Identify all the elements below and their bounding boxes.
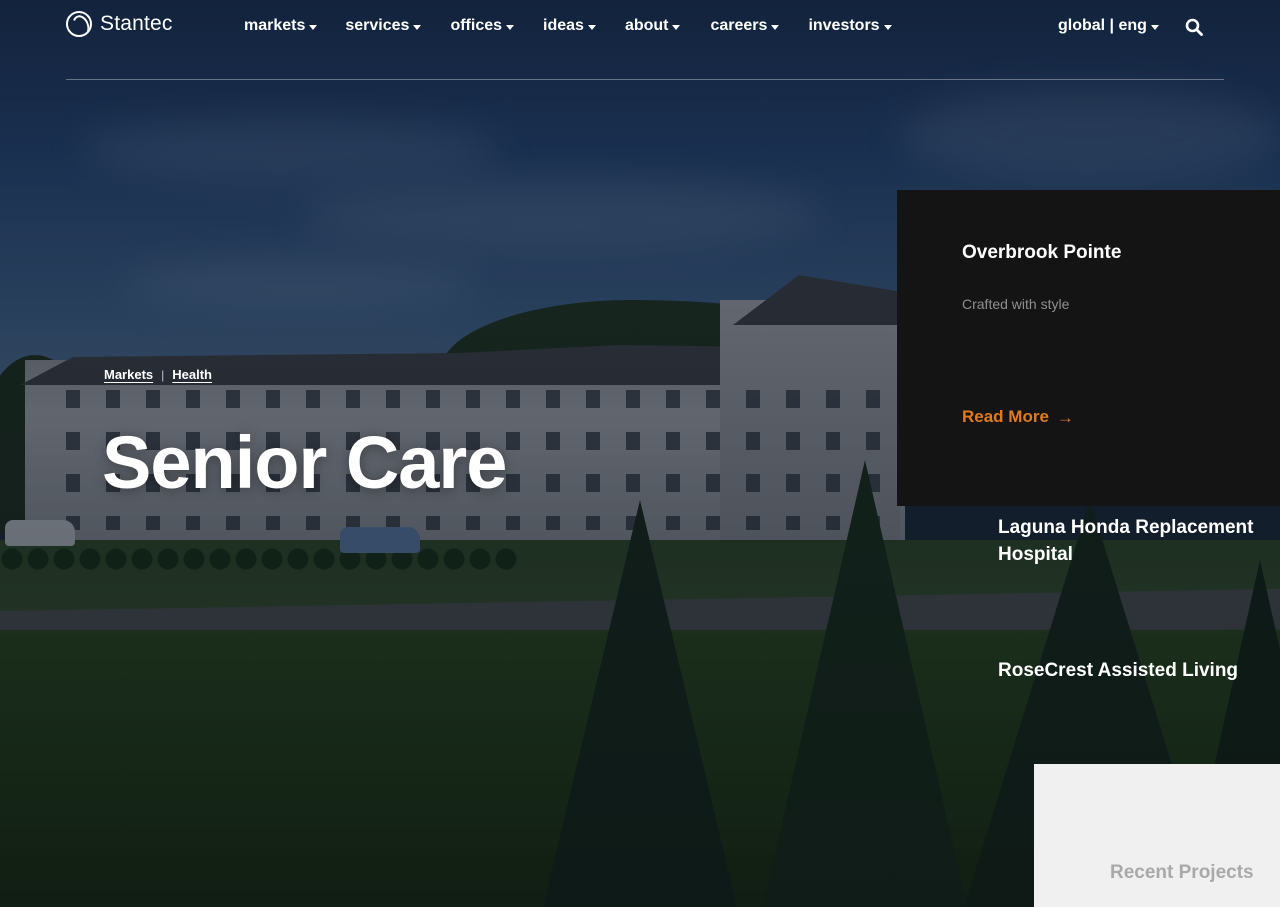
locale-selector[interactable]: global | eng xyxy=(1058,17,1159,35)
header-divider xyxy=(66,79,1224,80)
nav-careers[interactable]: careers xyxy=(710,17,780,35)
main-nav: markets services offices ideas about car… xyxy=(244,17,892,35)
breadcrumb-health[interactable]: Health xyxy=(172,367,212,382)
nav-services[interactable]: services xyxy=(345,17,422,35)
caret-down-icon xyxy=(1150,24,1159,30)
featured-project-panel: Overbrook Pointe Crafted with style Read… xyxy=(897,190,1280,506)
stantec-logo[interactable]: Stantec xyxy=(66,11,173,37)
stantec-logo-icon xyxy=(66,11,92,37)
nav-markets[interactable]: markets xyxy=(244,17,318,35)
caret-down-icon xyxy=(309,24,318,30)
caret-down-icon xyxy=(506,24,515,30)
recent-projects-card[interactable]: Recent Projects xyxy=(1034,764,1280,907)
breadcrumb: Markets | Health xyxy=(104,367,212,382)
featured-project-subtitle: Crafted with style xyxy=(962,296,1070,312)
breadcrumb-markets[interactable]: Markets xyxy=(104,367,153,382)
page-title: Senior Care xyxy=(102,421,507,504)
search-icon[interactable] xyxy=(1185,18,1203,36)
project-link-laguna-honda[interactable]: Laguna Honda Replacement Hospital xyxy=(998,515,1268,568)
caret-down-icon xyxy=(413,24,422,30)
nav-ideas[interactable]: ideas xyxy=(543,17,596,35)
breadcrumb-separator: | xyxy=(161,367,165,382)
nav-investors[interactable]: investors xyxy=(808,17,892,35)
caret-down-icon xyxy=(587,24,596,30)
caret-down-icon xyxy=(883,24,892,30)
featured-project-title: Overbrook Pointe xyxy=(962,242,1122,263)
project-link-rosecrest[interactable]: RoseCrest Assisted Living xyxy=(998,658,1268,685)
nav-about[interactable]: about xyxy=(625,17,681,35)
nav-offices[interactable]: offices xyxy=(450,17,515,35)
arrow-right-icon: → xyxy=(1056,407,1074,427)
recent-projects-label: Recent Projects xyxy=(1110,862,1254,883)
caret-down-icon xyxy=(771,24,780,30)
read-more-link[interactable]: Read More → xyxy=(962,407,1074,427)
site-header: Stantec markets services offices ideas a… xyxy=(0,0,1280,80)
caret-down-icon xyxy=(672,24,681,30)
brand-name: Stantec xyxy=(100,12,173,35)
